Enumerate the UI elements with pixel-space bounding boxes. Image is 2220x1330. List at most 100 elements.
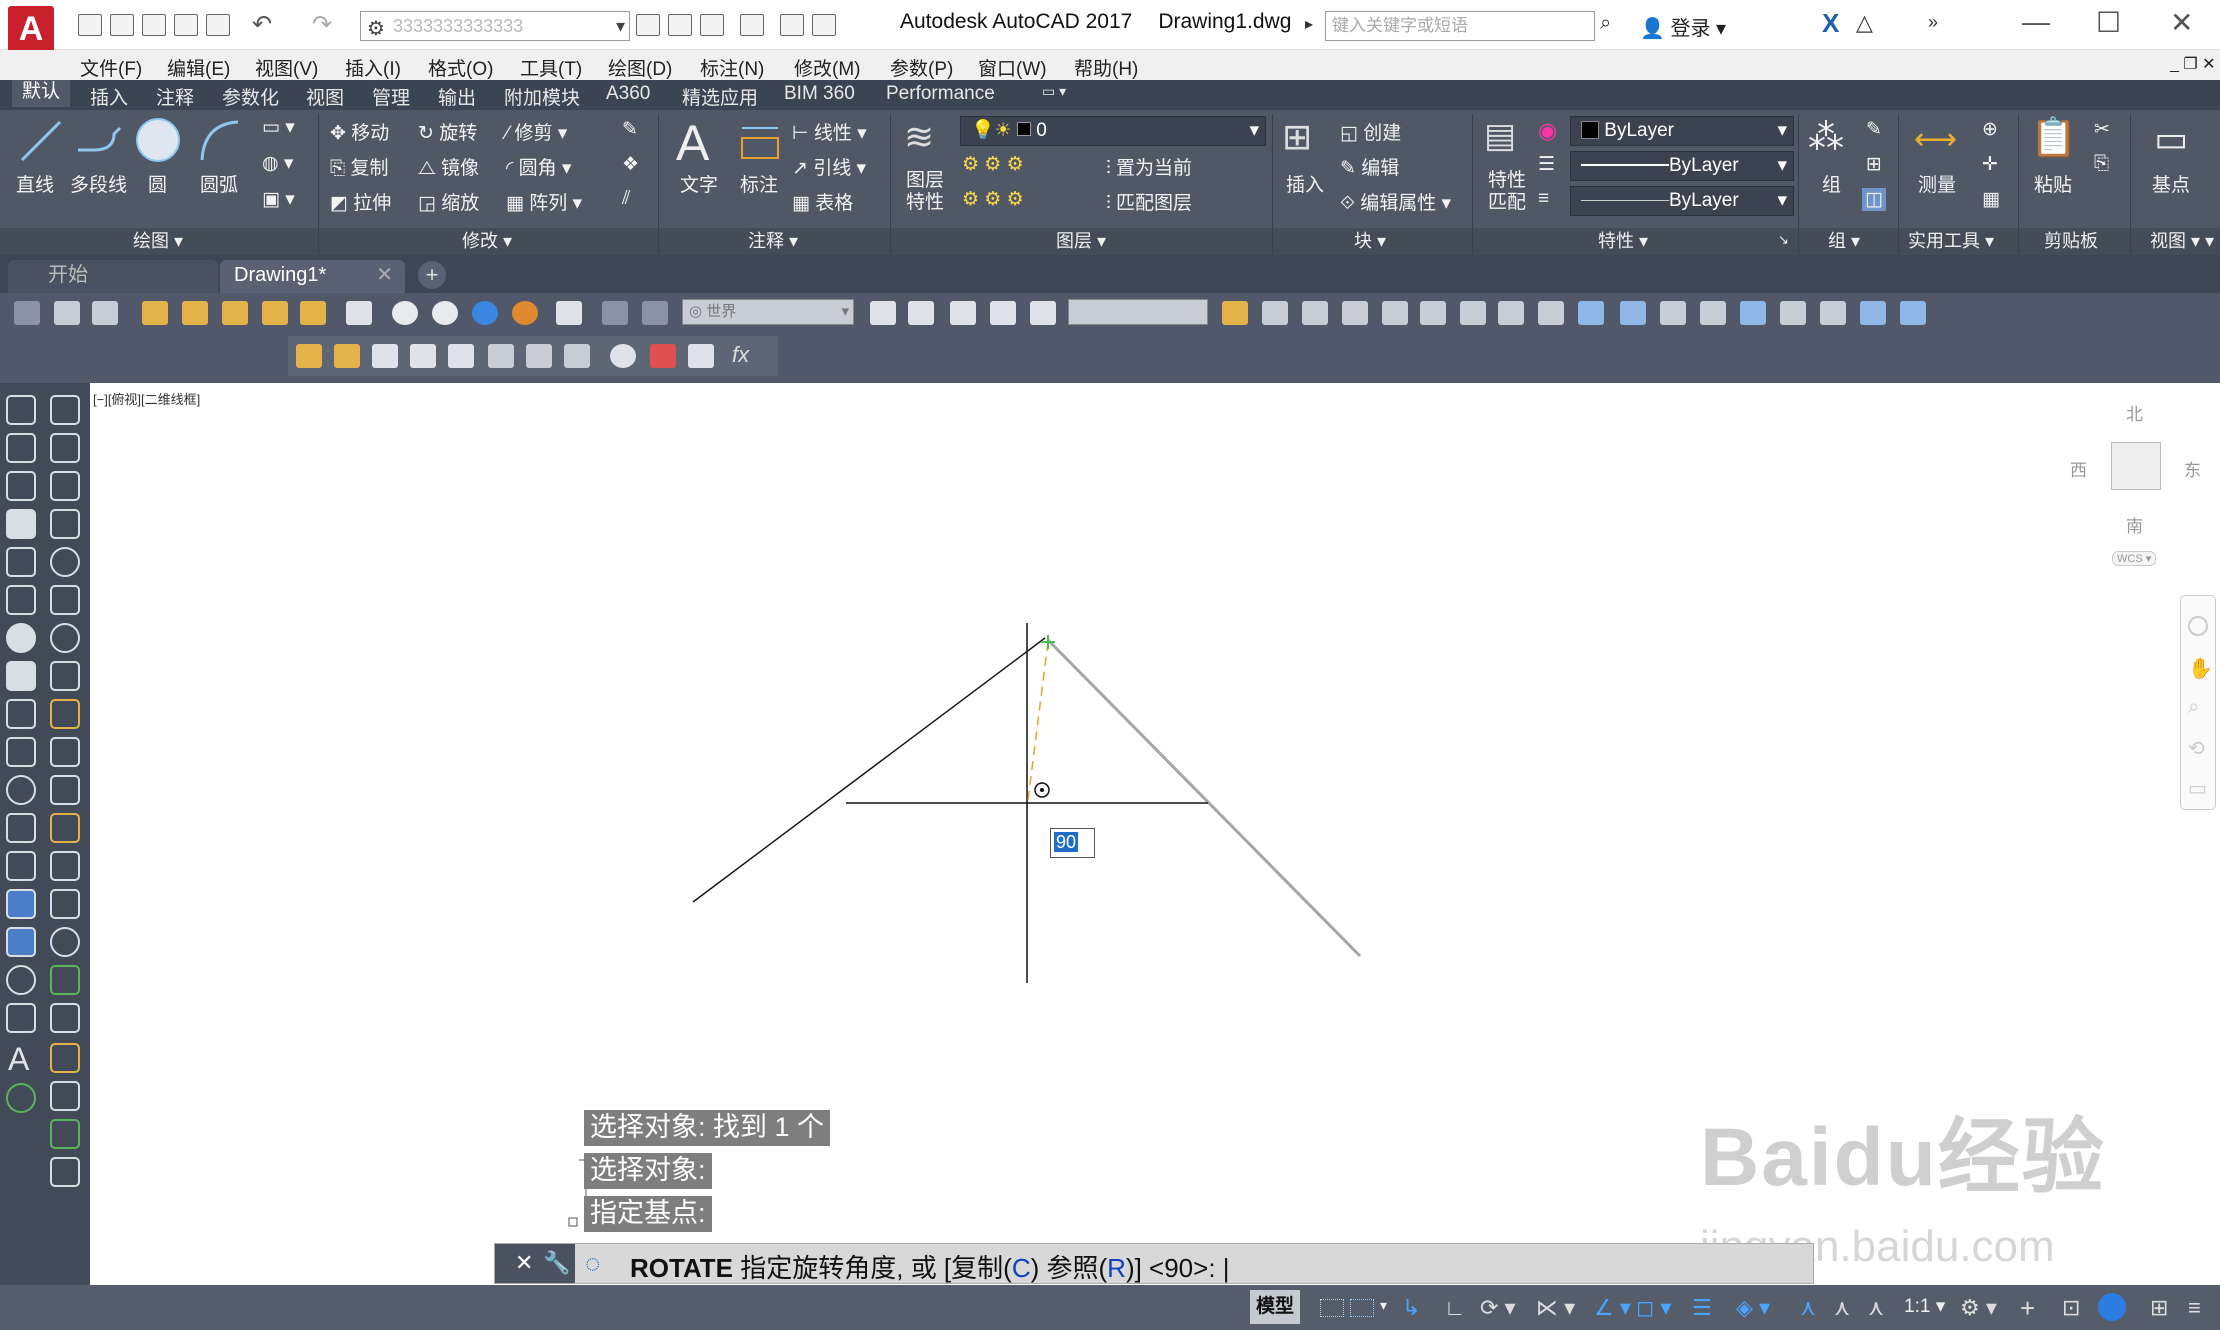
mirror-tool-icon[interactable]: [1302, 301, 1328, 325]
osnap-icon[interactable]: ◻ ▾: [1636, 1295, 1671, 1321]
ucs-combo[interactable]: ◎ 世界 ▾: [682, 299, 854, 325]
viewcube-west[interactable]: 西: [2070, 456, 2087, 481]
erase-icon[interactable]: ✎: [622, 118, 638, 141]
print-preview-icon[interactable]: [668, 14, 692, 36]
tab-insert[interactable]: 插入: [90, 83, 128, 110]
a360-icon[interactable]: △: [1856, 10, 1873, 36]
menu-modify[interactable]: 修改(M): [794, 54, 860, 81]
login-button[interactable]: 👤 登录 ▾: [1640, 12, 1726, 41]
move-tool-icon[interactable]: [1420, 301, 1446, 325]
tab-drawing1[interactable]: Drawing1* ✕: [220, 260, 405, 293]
binoculars-icon[interactable]: ⌕: [1600, 12, 1611, 35]
quick-dim-icon[interactable]: [50, 699, 80, 729]
ellipse-arc-icon[interactable]: [6, 775, 36, 805]
shaded-icon[interactable]: [472, 301, 498, 325]
wrench-icon[interactable]: 🔧: [543, 1250, 570, 1276]
construction-line-icon[interactable]: [6, 433, 36, 463]
orbit-icon[interactable]: [54, 301, 80, 325]
hardware-acceleration-icon[interactable]: [2098, 1293, 2126, 1321]
ucs-icon[interactable]: [14, 301, 40, 325]
maximize-button[interactable]: ☐: [2096, 6, 2121, 39]
dim-jogged-v-icon[interactable]: [50, 585, 80, 615]
panel-modify[interactable]: 修改 ▾: [462, 227, 512, 253]
dialog-launcher-icon[interactable]: ↘: [1778, 232, 1789, 248]
menu-edit[interactable]: 编辑(E): [167, 54, 230, 81]
tab-manage[interactable]: 管理: [372, 83, 410, 110]
linetype-combo[interactable]: ByLayer ▾: [1570, 151, 1794, 181]
menu-tools[interactable]: 工具(T): [520, 54, 582, 81]
ungroup-icon[interactable]: ✎: [1866, 118, 1882, 141]
print-icon[interactable]: [206, 14, 230, 36]
arc-button[interactable]: 圆弧: [200, 170, 238, 197]
match-properties-button[interactable]: 特性 匹配: [1488, 170, 1526, 214]
infer-icon[interactable]: ↳: [1402, 1295, 1420, 1321]
dim-style-icon[interactable]: [50, 1157, 80, 1187]
fillet-button[interactable]: ◜ 圆角 ▾: [506, 153, 571, 180]
dim-radius-icon[interactable]: [448, 344, 474, 368]
workspace-gear-icon[interactable]: ⚙ ▾: [1960, 1295, 1997, 1321]
base-point-button[interactable]: 基点: [2152, 170, 2190, 197]
function-icon[interactable]: fx: [732, 342, 749, 368]
layer-icon[interactable]: [780, 14, 804, 36]
join-tool-icon[interactable]: [1740, 301, 1766, 325]
mirror-button[interactable]: ⧍ 镜像: [418, 153, 479, 180]
viewcube-east[interactable]: 东: [2184, 456, 2201, 481]
jogged-linear-icon[interactable]: [50, 1003, 80, 1033]
panel-properties[interactable]: 特性 ▾: [1598, 227, 1648, 253]
menu-insert[interactable]: 插入(I): [345, 54, 401, 81]
hatch-icon[interactable]: ◍ ▾: [262, 152, 293, 175]
panel-clipboard[interactable]: 剪贴板: [2044, 227, 2098, 253]
annotation-monitor-icon[interactable]: +: [2020, 1293, 2035, 1324]
polyline-button[interactable]: 多段线: [70, 170, 127, 197]
panel-groups[interactable]: 组 ▾: [1828, 227, 1860, 253]
chevron-down-icon[interactable]: ▾: [1380, 1297, 1387, 1314]
offset-icon[interactable]: ⫽: [622, 188, 630, 210]
search-input[interactable]: 键入关键字或短语: [1325, 11, 1595, 41]
menu-format[interactable]: 格式(O): [428, 54, 493, 81]
panel-layers[interactable]: 图层 ▾: [1056, 227, 1106, 253]
open-icon[interactable]: [110, 14, 134, 36]
isolate-icon[interactable]: ⊞: [2150, 1295, 2168, 1321]
menu-window[interactable]: 窗口(W): [978, 54, 1047, 81]
blend-tool-icon[interactable]: [1860, 301, 1886, 325]
copy-button[interactable]: ⎘ 复制: [330, 153, 389, 180]
insert-block-v-icon[interactable]: [6, 813, 36, 843]
table-button[interactable]: ▦ 表格: [792, 188, 853, 215]
tab-annotate[interactable]: 注释: [156, 83, 194, 110]
tab-output[interactable]: 输出: [438, 83, 476, 110]
dim-diameter-icon[interactable]: [526, 344, 552, 368]
cut-icon[interactable]: ✂: [2094, 118, 2110, 141]
array-tool-icon[interactable]: [1382, 301, 1408, 325]
offset-tool-icon[interactable]: [1342, 301, 1368, 325]
dim-arc-icon[interactable]: [372, 344, 398, 368]
saveas-icon[interactable]: [174, 14, 198, 36]
dim-aligned-icon[interactable]: [334, 344, 360, 368]
expand-icon[interactable]: ▸: [1305, 14, 1313, 34]
transparency-icon[interactable]: ◈ ▾: [1736, 1295, 1770, 1321]
hatch-v-icon[interactable]: [6, 927, 36, 957]
scale-tool-icon[interactable]: [1498, 301, 1524, 325]
text-button[interactable]: 文字: [680, 170, 718, 197]
tab-start[interactable]: 开始: [8, 260, 218, 293]
point-icon[interactable]: ✛: [1982, 153, 1998, 176]
dim-continue-icon[interactable]: [50, 775, 80, 805]
line-button[interactable]: 直线: [16, 170, 54, 197]
explode-icon[interactable]: ❖: [622, 153, 639, 176]
break-at-icon[interactable]: [1700, 301, 1726, 325]
copy-tool-icon[interactable]: [1262, 301, 1288, 325]
tab-featured[interactable]: 精选应用: [682, 83, 758, 110]
dim-break-icon[interactable]: [50, 851, 80, 881]
free-orbit-icon[interactable]: [92, 301, 118, 325]
break-tool-icon[interactable]: [1660, 301, 1686, 325]
new-tab-button[interactable]: +: [418, 261, 446, 289]
edit-attributes-button[interactable]: ⟐ 编辑属性 ▾: [1340, 188, 1451, 215]
new-icon[interactable]: [78, 14, 102, 36]
share-icon[interactable]: [740, 14, 764, 36]
draw-arc-icon[interactable]: [6, 585, 36, 615]
orbit-nav-icon[interactable]: ⟲: [2188, 736, 2205, 761]
ortho-icon[interactable]: ∟: [1444, 1295, 1466, 1321]
ucs-world-icon[interactable]: [602, 301, 628, 325]
viewport-label[interactable]: [−][俯视][二维线框]: [93, 389, 200, 408]
autoscale-icon[interactable]: ⋏: [1834, 1295, 1850, 1321]
customize-icon[interactable]: ≡: [2188, 1295, 2201, 1321]
